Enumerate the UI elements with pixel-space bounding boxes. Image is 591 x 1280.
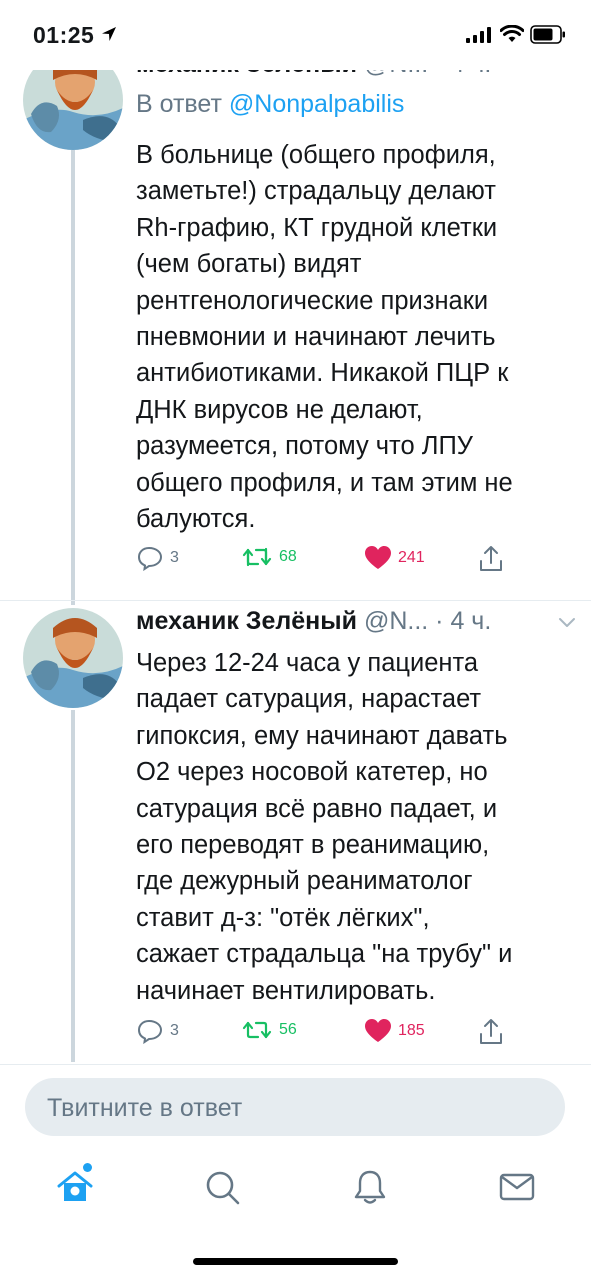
- retweet-count: 68: [279, 548, 297, 565]
- thread-line: [71, 150, 75, 605]
- share-button[interactable]: [478, 545, 504, 573]
- tweet-actions: 3 68 241: [136, 545, 516, 577]
- reply-input[interactable]: Твитните в ответ: [25, 1078, 565, 1136]
- share-button[interactable]: [478, 1018, 504, 1046]
- retweet-icon: [242, 547, 272, 567]
- cellular-signal-icon: [466, 27, 491, 43]
- tweet-actions: 3 56 185: [136, 1018, 516, 1050]
- reply-to-mention[interactable]: @Nonpalpabilis: [229, 90, 404, 118]
- battery-icon: [530, 25, 565, 44]
- retweet-button[interactable]: 68: [241, 545, 297, 569]
- retweet-button[interactable]: 56: [241, 1018, 297, 1042]
- tweet-text: В больнице (общего профиля, заметьте!) с…: [136, 141, 513, 534]
- author-name[interactable]: механик Зелёный: [136, 607, 357, 635]
- reply-to-prefix: В ответ: [136, 90, 222, 118]
- home-indicator: [193, 1258, 398, 1265]
- status-bar: 01:25: [0, 0, 591, 70]
- author-handle: @N...: [363, 607, 429, 635]
- reply-input-placeholder: Твитните в ответ: [47, 1094, 243, 1122]
- reply-button[interactable]: 3: [136, 1018, 179, 1044]
- heart-icon: [365, 546, 391, 569]
- like-count: 185: [398, 1022, 425, 1039]
- tweet-divider: [0, 1064, 591, 1065]
- tweet-time: · 4 ч.: [435, 607, 492, 635]
- like-count: 241: [398, 549, 425, 566]
- tab-bar: [0, 1150, 591, 1230]
- retweet-icon: [242, 1021, 272, 1039]
- search-icon[interactable]: [202, 1167, 242, 1207]
- reply-count: 3: [170, 1022, 179, 1039]
- reply-count: 3: [170, 549, 179, 566]
- tweet-text: Через 12-24 часа у пациента падает сатур…: [136, 649, 513, 1005]
- home-icon[interactable]: [55, 1167, 95, 1207]
- avatar[interactable]: [23, 608, 123, 708]
- thread-line: [71, 710, 75, 1062]
- share-icon: [480, 546, 502, 571]
- tweet-header[interactable]: механик Зелёный @N... · 4 ч.: [136, 607, 576, 641]
- wifi-icon: [500, 25, 524, 42]
- reply-icon: [137, 546, 163, 571]
- mail-icon[interactable]: [497, 1167, 537, 1207]
- like-button[interactable]: 185: [364, 1018, 425, 1044]
- chevron-down-icon[interactable]: [558, 617, 576, 629]
- heart-icon: [365, 1019, 391, 1042]
- tweet-divider: [0, 600, 591, 601]
- reply-icon: [137, 1019, 163, 1044]
- status-time: 01:25: [33, 22, 95, 48]
- share-icon: [480, 1019, 502, 1044]
- location-arrow-icon: [102, 27, 116, 41]
- reply-to-line: В ответ @Nonpalpabilis: [136, 90, 404, 119]
- bell-icon[interactable]: [350, 1167, 390, 1207]
- reply-button[interactable]: 3: [136, 545, 179, 571]
- retweet-count: 56: [279, 1021, 297, 1038]
- like-button[interactable]: 241: [364, 545, 425, 571]
- notification-dot: [83, 1163, 92, 1172]
